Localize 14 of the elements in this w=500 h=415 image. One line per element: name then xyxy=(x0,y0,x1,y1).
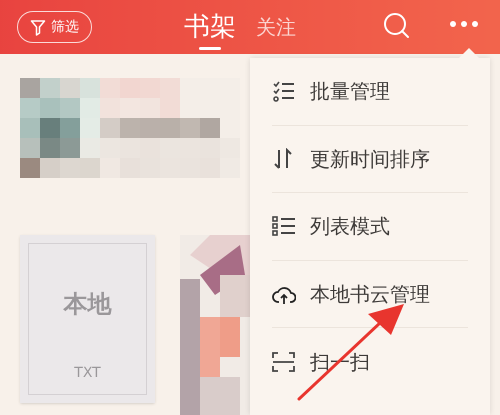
tab[interactable]: 书架 xyxy=(182,0,238,54)
checklist-icon xyxy=(272,80,296,102)
menu-item[interactable]: 批量管理 xyxy=(272,58,468,126)
menu-pointer xyxy=(458,48,480,59)
file-format: TXT xyxy=(74,364,101,383)
more-icon[interactable] xyxy=(449,20,479,28)
filter-button[interactable]: 筛选 xyxy=(17,11,92,43)
list-icon xyxy=(272,215,296,238)
filter-icon xyxy=(30,18,46,36)
menu-item[interactable]: 列表模式 xyxy=(272,193,468,260)
menu-item[interactable]: 更新时间排序 xyxy=(272,126,468,193)
book-title: 本地 xyxy=(64,289,112,320)
search-icon[interactable] xyxy=(382,12,412,41)
scan-icon xyxy=(272,350,296,373)
